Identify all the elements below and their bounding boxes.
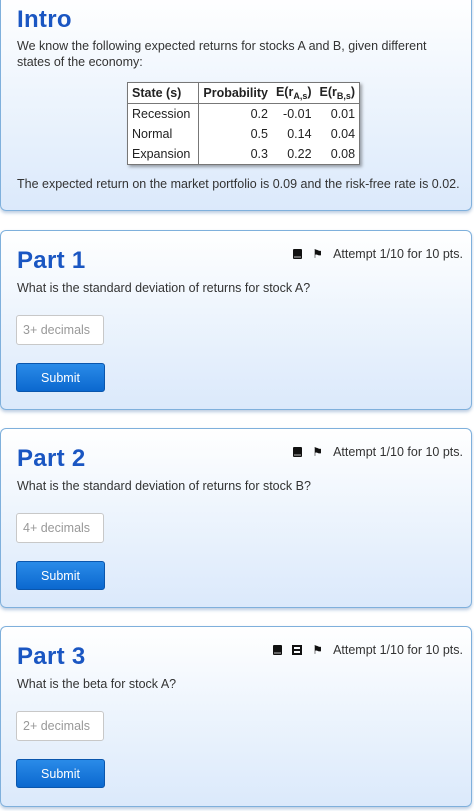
part-2-card: Part 2 ⚑ Attempt 1/10 for 10 pts. What i… (0, 428, 472, 608)
cell-state: Normal (128, 124, 200, 144)
part-question: What is the standard deviation of return… (17, 281, 311, 295)
part-1-card: Part 1 ⚑ Attempt 1/10 for 10 pts. What i… (0, 230, 472, 410)
part-title: Part 1 (17, 247, 86, 274)
book-icon[interactable] (293, 447, 303, 457)
submit-button[interactable]: Submit (16, 363, 105, 392)
film-icon[interactable] (292, 645, 303, 655)
intro-text: We know the following expected returns f… (17, 39, 427, 69)
book-icon[interactable] (293, 249, 303, 259)
cell-er-a: -0.01 (283, 107, 312, 121)
cell-state: Recession (128, 103, 200, 124)
attempt-label: Attempt 1/10 for 10 pts. (333, 445, 463, 459)
answer-input[interactable] (16, 711, 104, 741)
header-er-a: E(rA,s) (271, 83, 316, 104)
cell-probability: 0.2 (250, 107, 268, 121)
attempt-label: Attempt 1/10 for 10 pts. (333, 643, 463, 657)
flag-icon[interactable]: ⚑ (312, 643, 323, 657)
part-title: Part 3 (17, 643, 86, 670)
answer-input[interactable] (16, 513, 104, 543)
part-title: Part 2 (17, 445, 86, 472)
cell-er-b: 0.08 (330, 147, 356, 161)
returns-table: State (s) Probability E(rA,s) E(rB,s) Re… (127, 82, 361, 165)
cell-probability: 0.5 (250, 127, 268, 141)
cell-er-b: 0.04 (330, 127, 356, 141)
part-tools: ⚑ Attempt 1/10 for 10 pts. (293, 247, 463, 261)
intro-card: Intro We know the following expected ret… (0, 0, 472, 211)
cell-er-b: 0.01 (330, 107, 356, 121)
cell-probability: 0.3 (250, 147, 268, 161)
part-3-card: Part 3 ⚑ Attempt 1/10 for 10 pts. What i… (0, 626, 472, 807)
submit-button[interactable]: Submit (16, 759, 105, 788)
cell-er-a: 0.14 (287, 127, 312, 141)
attempt-label: Attempt 1/10 for 10 pts. (333, 247, 463, 261)
intro-title: Intro (17, 6, 72, 33)
header-probability: Probability (198, 83, 272, 104)
header-state: State (s) (128, 83, 200, 104)
part-tools: ⚑ Attempt 1/10 for 10 pts. (273, 643, 463, 657)
book-icon[interactable] (273, 645, 283, 655)
flag-icon[interactable]: ⚑ (312, 445, 323, 459)
submit-button[interactable]: Submit (16, 561, 105, 590)
flag-icon[interactable]: ⚑ (312, 247, 323, 261)
cell-state: Expansion (128, 144, 200, 164)
table-row: Normal 0.5 0.14 0.04 (128, 124, 359, 144)
part-question: What is the beta for stock A? (17, 677, 177, 691)
table-row: Expansion 0.3 0.22 0.08 (128, 144, 359, 164)
header-er-b: E(rB,s) (315, 83, 360, 104)
cell-er-a: 0.22 (287, 147, 312, 161)
part-question: What is the standard deviation of return… (17, 479, 311, 493)
table-header-row: State (s) Probability E(rA,s) E(rB,s) (128, 83, 360, 104)
table-row: Recession 0.2 -0.01 0.01 (128, 103, 359, 124)
answer-input[interactable] (16, 315, 104, 345)
intro-footer: The expected return on the market portfo… (17, 177, 460, 191)
part-tools: ⚑ Attempt 1/10 for 10 pts. (293, 445, 463, 459)
